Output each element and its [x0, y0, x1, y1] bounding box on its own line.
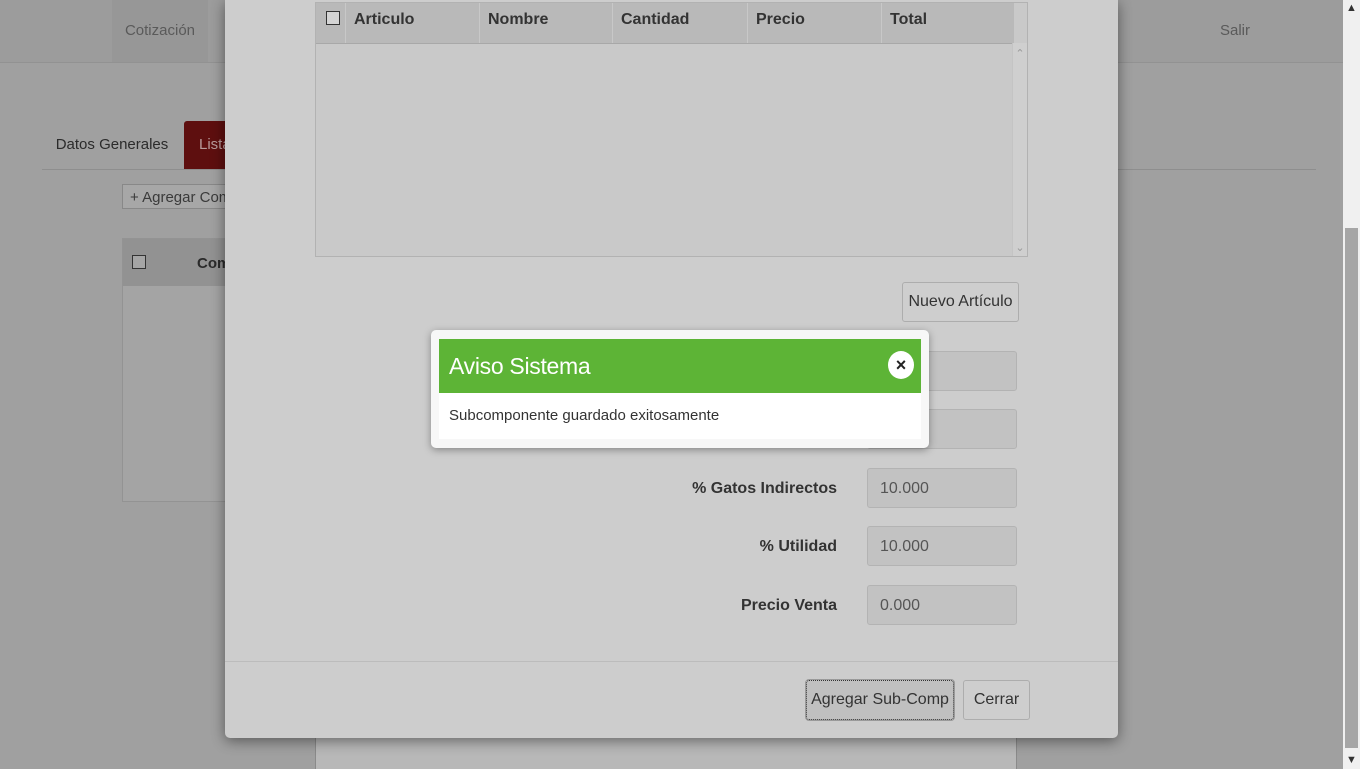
utilidad-label: % Utilidad	[759, 538, 837, 555]
alert-message: Subcomponente guardado exitosamente	[449, 407, 720, 424]
modal-footer-divider	[225, 661, 1118, 662]
articles-table-scrollbar[interactable]: ⌃ ⌄	[1012, 43, 1027, 256]
chevron-up-icon[interactable]: ⌃	[1013, 47, 1027, 60]
scrollbar-thumb[interactable]	[1345, 228, 1358, 748]
modal-backdrop-content	[315, 738, 1017, 769]
checkbox-column	[316, 3, 346, 43]
articles-table-header: Articulo Nombre Cantidad Precio Total	[316, 3, 1014, 44]
add-subcomponent-button[interactable]: Agregar Sub-Comp	[805, 679, 955, 721]
system-alert-dialog: Aviso Sistema × Subcomponente guardado e…	[431, 330, 929, 448]
chevron-up-icon[interactable]: ▲	[1343, 0, 1360, 17]
nav-item-salir[interactable]: Salir	[1200, 0, 1270, 62]
select-all-checkbox[interactable]	[132, 255, 146, 269]
page-scrollbar[interactable]: ▲ ▼	[1343, 0, 1360, 769]
column-header-precio: Precio	[748, 3, 882, 43]
alert-body: Subcomponente guardado exitosamente	[439, 393, 921, 439]
gastos-indirectos-label: % Gatos Indirectos	[692, 480, 837, 497]
chevron-down-icon[interactable]: ▼	[1343, 752, 1360, 769]
utilidad-input[interactable]: 10.000	[867, 526, 1017, 566]
column-header-cantidad: Cantidad	[613, 3, 748, 43]
close-icon[interactable]: ×	[888, 351, 914, 379]
tab-datos-generales[interactable]: Datos Generales	[42, 121, 182, 169]
column-header-articulo: Articulo	[346, 3, 480, 43]
column-header-nombre: Nombre	[480, 3, 613, 43]
alert-title: Aviso Sistema	[449, 353, 591, 379]
alert-header: Aviso Sistema ×	[439, 339, 921, 393]
chevron-down-icon[interactable]: ⌄	[1013, 241, 1027, 254]
precio-venta-label: Precio Venta	[740, 597, 837, 614]
gastos-indirectos-input[interactable]: 10.000	[867, 468, 1017, 508]
nav-item-cotizacion[interactable]: Cotización	[112, 0, 208, 62]
precio-venta-input[interactable]: 0.000	[867, 585, 1017, 625]
select-all-articles-checkbox[interactable]	[326, 11, 340, 25]
column-header-total: Total	[890, 11, 928, 28]
close-modal-button[interactable]: Cerrar	[963, 680, 1030, 720]
articles-table: Articulo Nombre Cantidad Precio Total ⌃ …	[315, 2, 1028, 257]
new-article-button[interactable]: Nuevo Artículo	[902, 282, 1019, 322]
